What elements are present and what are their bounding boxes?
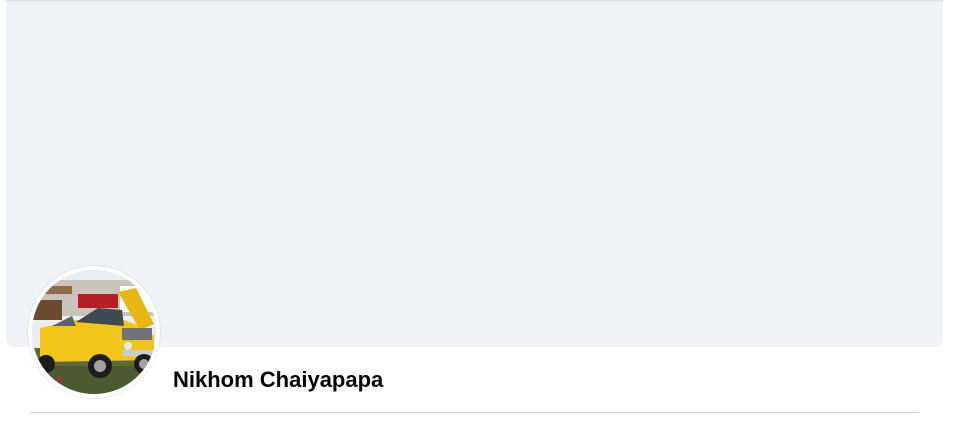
- profile-photo-car-image: [32, 270, 156, 394]
- profile-picture[interactable]: [32, 270, 156, 394]
- profile-picture-frame[interactable]: [28, 266, 160, 398]
- profile-name[interactable]: Nikhom Chaiyapapa: [173, 366, 383, 394]
- profile-header-divider: [30, 412, 919, 413]
